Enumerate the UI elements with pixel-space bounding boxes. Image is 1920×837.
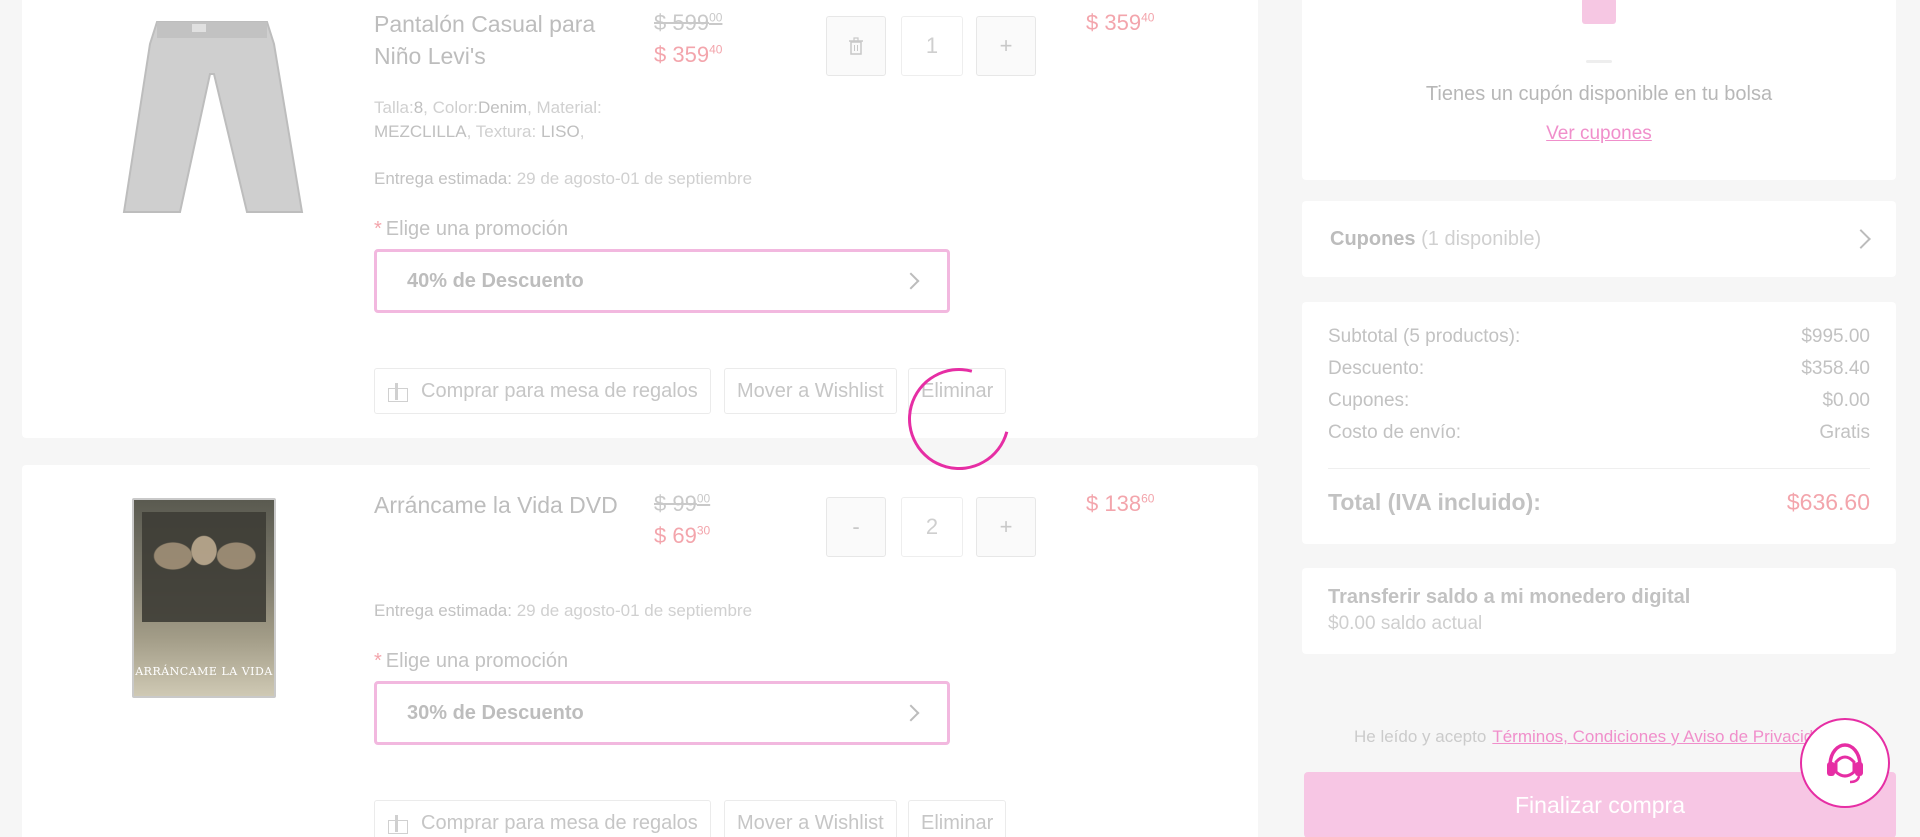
trash-icon xyxy=(849,37,863,55)
line-total-price: $ 13860 xyxy=(1086,491,1155,516)
gift-icon xyxy=(387,813,408,834)
cart-item-card: ARRÁNCAME LA VIDA Arráncame la Vida DVD … xyxy=(22,465,1258,837)
chevron-right-icon xyxy=(902,272,920,290)
estimated-delivery: Entrega estimada: 29 de agosto-01 de sep… xyxy=(374,169,753,188)
estimated-delivery: Entrega estimada: 29 de agosto-01 de sep… xyxy=(374,601,753,620)
chevron-right-icon xyxy=(1851,229,1871,249)
chevron-right-icon xyxy=(902,704,920,722)
quantity-value[interactable]: 2 xyxy=(901,497,963,557)
delete-item-button[interactable]: Eliminar xyxy=(908,800,1007,837)
remove-item-button[interactable] xyxy=(826,16,886,76)
decrease-quantity-button[interactable]: - xyxy=(826,497,886,557)
product-name[interactable]: Arráncame la Vida DVD xyxy=(374,489,644,521)
promo-value: 40% de Descuento xyxy=(407,269,584,292)
wallet-balance: $0.00 saldo actual xyxy=(1328,613,1483,634)
move-to-wishlist-button[interactable]: Mover a Wishlist xyxy=(724,800,897,837)
coupon-message: Tienes un cupón disponible en tu bolsa xyxy=(1425,83,1773,105)
support-agent-icon xyxy=(1827,743,1863,784)
increase-quantity-button[interactable]: + xyxy=(976,16,1036,76)
view-coupons-link[interactable]: Ver cupones xyxy=(1302,123,1896,145)
promo-selector[interactable]: 30% de Descuento xyxy=(374,681,950,745)
increase-quantity-button[interactable]: + xyxy=(976,497,1036,557)
summary-total: Total (IVA incluido): $636.60 xyxy=(1328,489,1870,515)
gift-icon xyxy=(387,381,408,402)
coupons-row[interactable]: Cupones (1 disponible) xyxy=(1302,201,1896,277)
coupon-icon xyxy=(1582,0,1616,24)
wallet-title: Transferir saldo a mi monedero digital xyxy=(1328,586,1691,608)
quantity-value[interactable]: 1 xyxy=(901,16,963,76)
discounted-price: $ 6930 xyxy=(654,523,711,548)
gift-registry-button[interactable]: Comprar para mesa de regalos xyxy=(374,800,711,837)
product-name[interactable]: Pantalón Casual para Niño Levi's xyxy=(374,8,644,72)
product-attributes: Talla:8, Color:Denim, Material: MEZCLILL… xyxy=(374,98,602,141)
summary-row-discount: Descuento: $358.40 xyxy=(1328,358,1870,379)
move-to-wishlist-button[interactable]: Mover a Wishlist xyxy=(724,368,897,414)
cart-items-column: Pantalón Casual para Niño Levi's $ 59900… xyxy=(22,0,1258,837)
original-price: $ 9900 xyxy=(654,491,711,516)
coupons-count: (1 disponible) xyxy=(1421,227,1542,250)
promo-selector[interactable]: 40% de Descuento xyxy=(374,249,950,313)
promo-label: * Elige una promoción xyxy=(374,650,569,672)
product-image-dvd[interactable]: ARRÁNCAME LA VIDA xyxy=(132,498,276,698)
product-image-pants[interactable] xyxy=(102,14,322,214)
coupon-available-card: Tienes un cupón disponible en tu bolsa V… xyxy=(1302,0,1896,180)
gift-registry-button[interactable]: Comprar para mesa de regalos xyxy=(374,368,711,414)
promo-label: * Elige una promoción xyxy=(374,218,569,240)
divider xyxy=(1328,468,1870,469)
line-total-price: $ 35940 xyxy=(1086,10,1155,35)
promo-value: 30% de Descuento xyxy=(407,701,584,724)
dvd-cover-title: ARRÁNCAME LA VIDA xyxy=(135,665,273,678)
discounted-price: $ 35940 xyxy=(654,42,723,67)
summary-row-subtotal: Subtotal (5 productos): $995.00 xyxy=(1328,326,1870,347)
terms-acceptance: He leído y acepto Términos, Condiciones y… xyxy=(1354,727,1833,746)
summary-row-shipping: Costo de envío: Gratis xyxy=(1328,422,1870,443)
help-chat-button[interactable] xyxy=(1800,718,1890,808)
wallet-transfer-card[interactable]: Transferir saldo a mi monedero digital $… xyxy=(1302,568,1896,654)
summary-row-coupons: Cupones: $0.00 xyxy=(1328,390,1870,411)
order-summary: Subtotal (5 productos): $995.00 Descuento… xyxy=(1302,302,1896,544)
original-price: $ 59900 xyxy=(654,10,723,35)
coupons-label: Cupones xyxy=(1330,227,1416,250)
terms-link[interactable]: Términos, Condiciones y Aviso de Privaci… xyxy=(1492,727,1832,746)
cart-item-card: Pantalón Casual para Niño Levi's $ 59900… xyxy=(22,0,1258,438)
